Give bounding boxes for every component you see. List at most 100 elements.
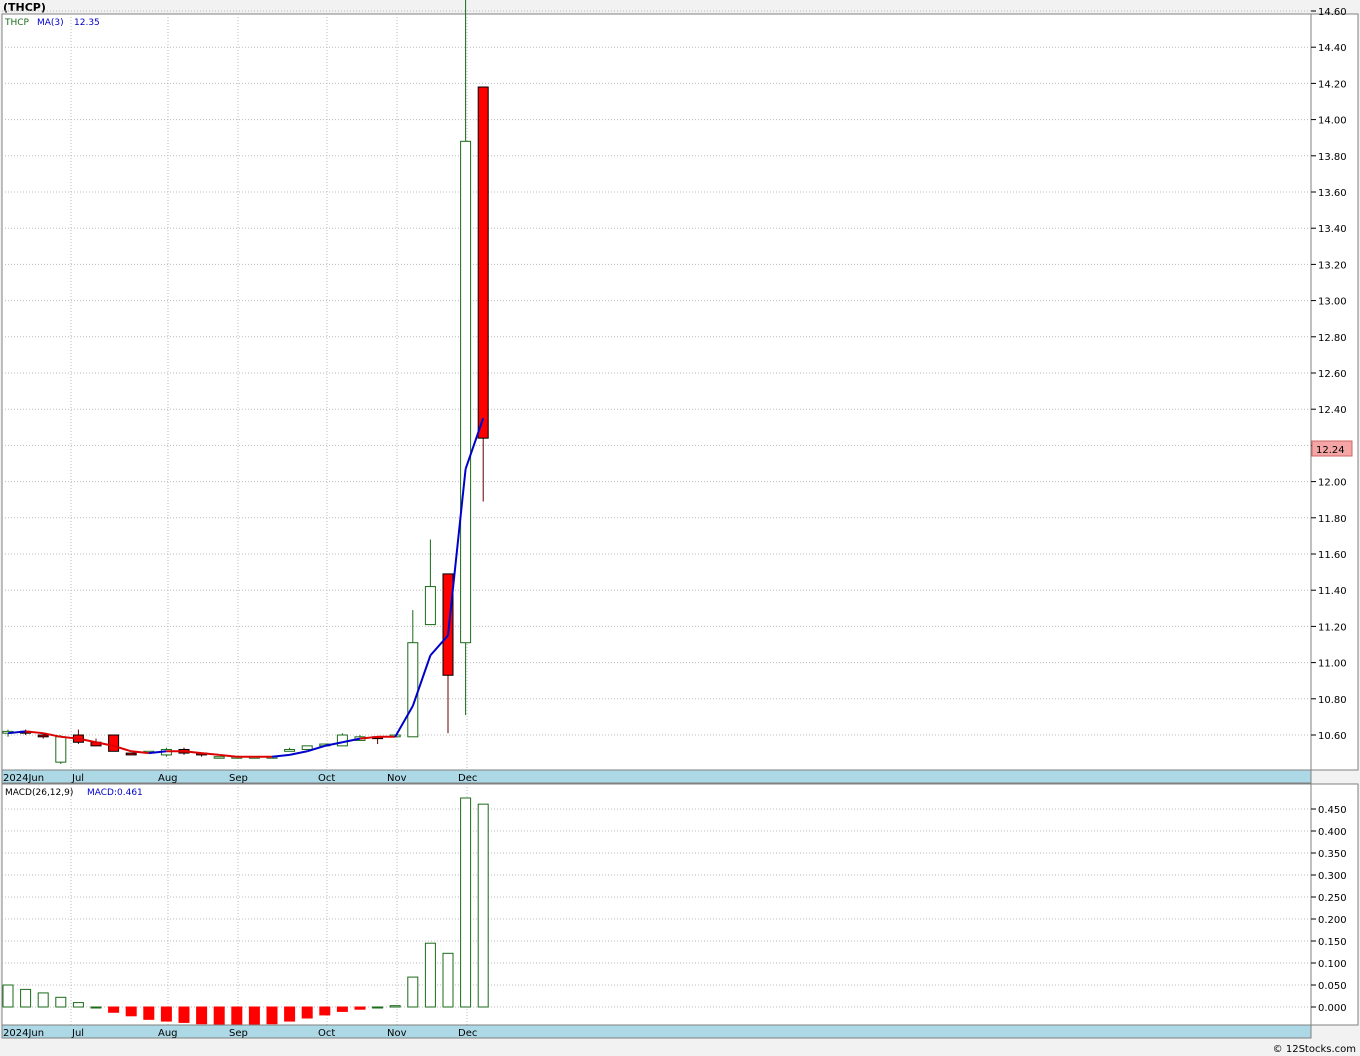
macd-plot-area (1, 783, 1312, 1026)
price-tick-label: 12.40 (1318, 405, 1347, 416)
candle-body (108, 734, 120, 752)
price-tick-label: 14.40 (1318, 43, 1347, 54)
candle-body (460, 140, 472, 644)
macd-tick-label: 0.300 (1318, 871, 1347, 882)
price-tick-label: 13.40 (1318, 224, 1347, 235)
macd-bar (213, 1006, 225, 1026)
price-tick-label: 11.00 (1318, 659, 1347, 670)
macd-tick-label: 0.100 (1318, 959, 1347, 970)
macd-bar (248, 1006, 260, 1026)
macd-bar (372, 1006, 384, 1009)
macd-bar (178, 1006, 190, 1023)
macd-bar (284, 1006, 296, 1022)
price-tick-label: 13.00 (1318, 297, 1347, 308)
x-axis-label: Dec (458, 773, 477, 784)
macd-bar (2, 984, 14, 1008)
x-axis-label: Jul (71, 773, 84, 784)
macd-bar (389, 1005, 401, 1008)
candle-body (125, 752, 137, 756)
macd-bar (108, 1006, 120, 1013)
x-axis-label: Dec (458, 1028, 477, 1039)
price-tick-label: 13.80 (1318, 152, 1347, 163)
x-axis-label: 2024Jun (3, 773, 44, 784)
last-price-badge: 12.24 (1311, 440, 1353, 457)
price-tick-label: 14.60 (1318, 7, 1347, 18)
macd-tick-label: 0.000 (1318, 1003, 1347, 1014)
legend-symbol: THCP (4, 18, 30, 28)
price-tick-label: 12.00 (1318, 478, 1347, 489)
macd-bar (407, 976, 419, 1008)
stock-chart: (THCP) 10.60 10.80 11.00 11.20 11.40 11.60 11.… (1, 0, 1359, 1055)
candle-body (37, 734, 49, 738)
x-axis-label: Nov (387, 1028, 407, 1039)
chart-title: (THCP) (3, 1, 46, 14)
macd-tick-label: 0.400 (1318, 827, 1347, 838)
legend-ma-value: 12.35 (74, 18, 100, 28)
macd-bar (266, 1006, 278, 1025)
price-tick-label: 14.00 (1318, 116, 1347, 127)
x-axis-label: Oct (318, 773, 335, 784)
macd-bar (125, 1006, 137, 1017)
macd-bar (301, 1006, 313, 1019)
macd-bar (442, 952, 454, 1008)
candle-body (407, 642, 419, 738)
watermark: © 12Stocks.com (1273, 1044, 1356, 1055)
macd-legend-label: MACD(26,12,9) (5, 788, 73, 798)
macd-bar (90, 1006, 102, 1009)
macd-bar (37, 992, 49, 1008)
price-x-axis-labels: 2024Jun Jul Aug Sep Oct Nov Dec (3, 773, 477, 784)
macd-tick-label: 0.250 (1318, 893, 1347, 904)
candle-body (424, 586, 436, 626)
x-axis-label: Sep (229, 773, 248, 784)
x-axis-label: Sep (229, 1028, 248, 1039)
macd-bar (319, 1006, 331, 1016)
candle-body (477, 86, 489, 439)
x-axis-label: Jul (71, 1028, 84, 1039)
candle-body (301, 745, 313, 750)
price-tick-label: 11.80 (1318, 514, 1347, 525)
price-tick-label: 11.60 (1318, 550, 1347, 561)
x-axis-label: 2024Jun (3, 1028, 44, 1039)
macd-bar (477, 803, 489, 1008)
x-axis-label: Oct (318, 1028, 335, 1039)
x-axis-label: Aug (158, 773, 178, 784)
macd-bar (143, 1006, 155, 1020)
macd-bar (354, 1006, 366, 1010)
price-tick-label: 11.20 (1318, 622, 1347, 633)
candle-body (284, 748, 296, 752)
macd-bar (196, 1006, 208, 1025)
macd-tick-label: 0.050 (1318, 981, 1347, 992)
price-tick-label: 10.80 (1318, 695, 1347, 706)
candle-body (213, 756, 225, 759)
legend-ma-label: MA(3) (37, 18, 64, 28)
price-tick-label: 12.80 (1318, 333, 1347, 344)
macd-bar (55, 996, 67, 1008)
macd-bar (336, 1006, 348, 1012)
price-tick-label: 13.60 (1318, 188, 1347, 199)
macd-x-axis-labels: 2024Jun Jul Aug Sep Oct Nov Dec (3, 1028, 477, 1039)
macd-legend-value: MACD:0.461 (87, 788, 143, 798)
macd-bar (72, 1002, 84, 1008)
x-axis-label: Nov (387, 773, 407, 784)
candle-body (55, 736, 67, 763)
macd-bar (231, 1006, 243, 1026)
price-x-axis-strip (1, 769, 1312, 784)
price-tick-label: 11.40 (1318, 586, 1347, 597)
macd-tick-label: 0.150 (1318, 937, 1347, 948)
candle-body (336, 734, 348, 747)
price-tick-label: 10.60 (1318, 731, 1347, 742)
price-plot-area (1, 13, 1312, 771)
price-axis-area (1310, 13, 1359, 771)
macd-tick-label: 0.350 (1318, 849, 1347, 860)
candle-body (442, 573, 454, 676)
price-tick-label: 13.20 (1318, 260, 1347, 271)
macd-x-axis-strip (1, 1024, 1312, 1039)
macd-bar (460, 797, 472, 1008)
price-legend: THCP MA(3) 12.35 (4, 18, 100, 28)
macd-bar (160, 1006, 172, 1022)
macd-bar (20, 988, 32, 1008)
macd-tick-label: 0.450 (1318, 805, 1347, 816)
macd-tick-label: 0.200 (1318, 915, 1347, 926)
last-price-label: 12.24 (1316, 445, 1345, 456)
x-axis-label: Aug (158, 1028, 178, 1039)
